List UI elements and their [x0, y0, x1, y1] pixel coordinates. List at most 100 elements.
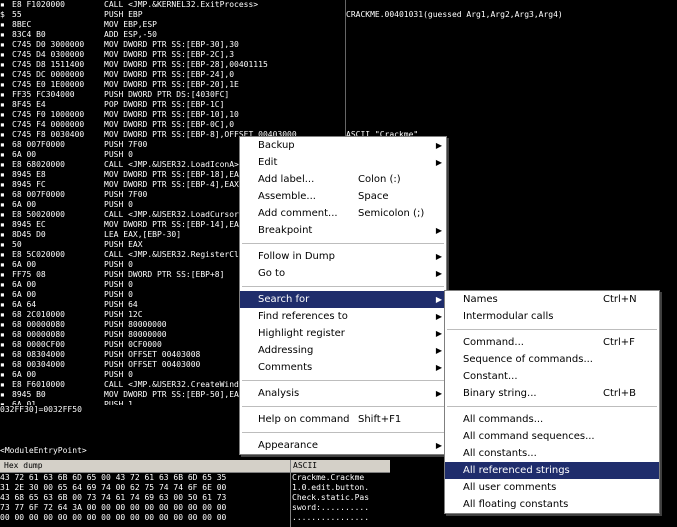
menu-separator [242, 406, 444, 407]
menu-item-label: Add comment... [258, 208, 338, 219]
disasm-hex: C745 D0 3000000 [12, 40, 85, 49]
menu-item-edit[interactable]: Edit ▶ [240, 154, 446, 171]
disasm-row[interactable]: ▪ FF35 FC304000 PUSH DWORD PTR DS:[4030FC] [0, 90, 345, 100]
disasm-marker: ▪ [0, 20, 5, 29]
disasm-marker: ▪ [0, 100, 5, 109]
disasm-row[interactable]: ▪ 83C4 B0 ADD ESP,-50 [0, 30, 345, 40]
disasm-marker: $ [0, 10, 5, 19]
disasm-hex: 68 00000080 [12, 330, 65, 339]
menu-item-help-on-command[interactable]: Help on command Shift+F1 [240, 411, 446, 428]
disasm-row[interactable]: $55 PUSH EBP [0, 10, 345, 20]
disasm-row[interactable]: ▪ 8BEC MOV EBP,ESP [0, 20, 345, 30]
disasm-command: PUSH EBP [104, 10, 143, 19]
submenu-arrow-icon: ▶ [435, 252, 442, 261]
menu-item-add-comment[interactable]: Add comment... Semicolon (;) [240, 205, 446, 222]
menu-item-go-to[interactable]: Go to ▶ [240, 265, 446, 282]
disasm-row[interactable]: ▪ E8 F1020000 CALL <JMP.&KERNEL32.ExitProc… [0, 0, 345, 10]
hexdump-row[interactable]: 31 2E 30 00 65 64 69 74 00 62 75 74 74 6… [0, 483, 390, 493]
disasm-comment [346, 0, 677, 10]
menu-item-label: Breakpoint [258, 225, 313, 236]
menu-item-follow-in-dump[interactable]: Follow in Dump ▶ [240, 248, 446, 265]
menu-item-names[interactable]: Names Ctrl+N [445, 291, 659, 308]
disasm-hex: E8 F1020000 [12, 0, 65, 9]
menu-item-all-constants[interactable]: All constants... [445, 445, 659, 462]
disasm-command: CALL <JMP.&KERNEL32.ExitProcess> [104, 0, 259, 9]
menu-item-all-commands[interactable]: All commands... [445, 411, 659, 428]
menu-item-assemble[interactable]: Assemble... Space [240, 188, 446, 205]
hexdump-pane[interactable]: 43 72 61 63 6B 6D 65 00 43 72 61 63 6B 6… [0, 473, 390, 527]
disasm-hex: 8F45 E4 [12, 100, 46, 109]
menu-item-find-references-to[interactable]: Find references to ▶ [240, 308, 446, 325]
hexdump-bytes: 00 00 00 00 00 00 00 00 00 00 00 00 00 0… [0, 513, 227, 522]
hexdump-row[interactable]: 43 68 65 63 6B 00 73 74 61 74 69 63 00 5… [0, 493, 390, 503]
disasm-row[interactable]: ▪ C745 D8 1511400 MOV DWORD PTR SS:[EBP-28… [0, 60, 345, 70]
hexdump-ascii: 1.0.edit.button. [292, 483, 370, 492]
disasm-row[interactable]: ▪ C745 F4 0000000 MOV DWORD PTR SS:[EBP-0C… [0, 120, 345, 130]
disasm-hex: 68 0000CF00 [12, 340, 65, 349]
disasm-hex: 50 [12, 240, 22, 249]
menu-item-comments[interactable]: Comments ▶ [240, 359, 446, 376]
disasm-marker: ▪ [0, 0, 5, 9]
menu-item-command[interactable]: Command... Ctrl+F [445, 334, 659, 351]
menu-item-addressing[interactable]: Addressing ▶ [240, 342, 446, 359]
submenu-arrow-icon: ▶ [435, 346, 442, 355]
disasm-row[interactable]: ▪ C745 E0 1E00000 MOV DWORD PTR SS:[EBP-20… [0, 80, 345, 90]
disasm-row[interactable]: ▪ C745 F0 1000000 MOV DWORD PTR SS:[EBP-10… [0, 110, 345, 120]
menu-item-sequence-of-commands[interactable]: Sequence of commands... [445, 351, 659, 368]
menu-item-label: Edit [258, 157, 278, 168]
disasm-comment [346, 20, 677, 30]
hexdump-header-hex[interactable]: Hex dump [4, 460, 43, 472]
menu-item-all-referenced-strings[interactable]: All referenced strings [445, 462, 659, 479]
disasm-marker: ▪ [0, 110, 5, 119]
disasm-marker: ▪ [0, 40, 5, 49]
menu-item-search-for[interactable]: Search for ▶ [240, 291, 446, 308]
menu-item-highlight-register[interactable]: Highlight register ▶ [240, 325, 446, 342]
disasm-marker: ▪ [0, 250, 5, 259]
menu-item-appearance[interactable]: Appearance ▶ [240, 437, 446, 454]
submenu-arrow-icon: ▶ [435, 312, 442, 321]
menu-item-intermodular-calls[interactable]: Intermodular calls [445, 308, 659, 325]
submenu-arrow-icon: ▶ [435, 389, 442, 398]
menu-item-label: All commands... [463, 414, 544, 425]
disasm-marker: ▪ [0, 80, 5, 89]
disasm-marker: ▪ [0, 310, 5, 319]
menu-item-label: Backup [258, 140, 295, 151]
disasm-hex: C745 DC 0000000 [12, 70, 85, 79]
menu-item-add-label[interactable]: Add label... Colon (:) [240, 171, 446, 188]
disasm-row[interactable]: ▪ C745 D4 0300000 MOV DWORD PTR SS:[EBP-2C… [0, 50, 345, 60]
menu-item-breakpoint[interactable]: Breakpoint ▶ [240, 222, 446, 239]
hexdump-row[interactable]: 00 00 00 00 00 00 00 00 00 00 00 00 00 0… [0, 513, 390, 523]
menu-item-label: Names [463, 294, 498, 305]
disasm-hex: C745 F4 0000000 [12, 120, 85, 129]
disasm-marker: ▪ [0, 240, 5, 249]
menu-item-all-user-comments[interactable]: All user comments [445, 479, 659, 496]
disasm-row[interactable]: ▪ C745 DC 0000000 MOV DWORD PTR SS:[EBP-24… [0, 70, 345, 80]
menu-item-label: Follow in Dump [258, 251, 335, 262]
menu-item-binary-string[interactable]: Binary string... Ctrl+B [445, 385, 659, 402]
disasm-comment [346, 120, 677, 130]
disasm-row[interactable]: ▪ C745 D0 3000000 MOV DWORD PTR SS:[EBP-30… [0, 40, 345, 50]
disasm-row[interactable]: ▪ 8F45 E4 POP DWORD PTR SS:[EBP-1C] [0, 100, 345, 110]
menu-item-label: Appearance [258, 440, 319, 451]
menu-item-constant[interactable]: Constant... [445, 368, 659, 385]
disasm-hex: 8945 FC [12, 180, 46, 189]
menu-item-label: All constants... [463, 448, 537, 459]
menu-item-all-floating-constants[interactable]: All floating constants [445, 496, 659, 513]
hexdump-header-ascii[interactable]: ASCII [293, 460, 317, 472]
disasm-command: MOV EBP,ESP [104, 20, 157, 29]
hexdump-row[interactable]: 73 77 6F 72 64 3A 00 00 00 00 00 00 00 0… [0, 503, 390, 513]
menu-item-all-command-sequences[interactable]: All command sequences... [445, 428, 659, 445]
submenu-arrow-icon: ▶ [435, 363, 442, 372]
menu-item-label: Assemble... [258, 191, 316, 202]
submenu-arrow-icon: ▶ [435, 441, 442, 450]
menu-separator [242, 380, 444, 381]
disasm-hex: 8945 E8 [12, 170, 46, 179]
disasm-hex: FF75 08 [12, 270, 46, 279]
menu-item-analysis[interactable]: Analysis ▶ [240, 385, 446, 402]
disasm-hex: 6A 00 [12, 370, 37, 379]
disasm-marker: ▪ [0, 220, 5, 229]
menu-item-backup[interactable]: Backup ▶ [240, 137, 446, 154]
disasm-command: MOV DWORD PTR SS:[EBP-20],1E [104, 80, 239, 89]
menu-item-shortcut: Shift+F1 [358, 414, 402, 425]
hexdump-row[interactable]: 43 72 61 63 6B 6D 65 00 43 72 61 63 6B 6… [0, 473, 390, 483]
